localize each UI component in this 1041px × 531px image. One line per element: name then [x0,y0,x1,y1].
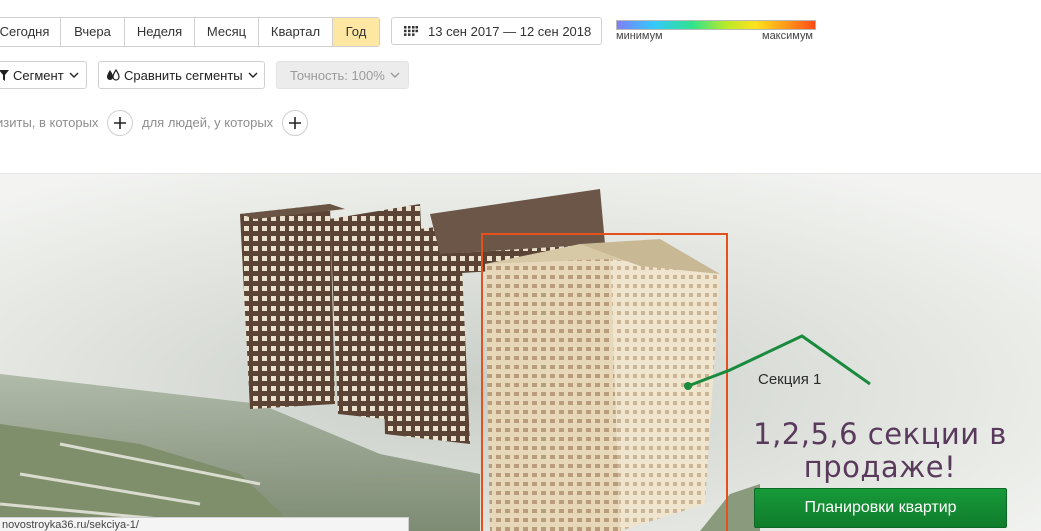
compare-drops-icon [107,69,120,81]
plus-icon [114,117,126,129]
sale-headline-line1: 1,2,5,6 секции в [753,417,1007,451]
add-visits-filter-button[interactable] [107,110,133,136]
people-filter-label: для людей, у которых [142,115,274,130]
accuracy-label: Точность: 100% [290,67,385,83]
segment-button[interactable]: Сегмент [0,61,87,89]
site-preview: Секция 1 1,2,5,6 секции в продаже! Плани… [0,173,1041,531]
sale-headline: 1,2,5,6 секции в продаже! [745,418,1015,484]
visits-filter-label: изиты, в которых [0,115,99,130]
legend-max-label: максимум [762,30,813,42]
chevron-down-icon [390,72,400,78]
compare-segments-label: Сравнить сегменты [124,67,243,83]
chevron-down-icon [69,72,79,78]
status-bar-url: novostroyka36.ru/sekciya-1/ [0,517,409,531]
sale-headline-line2: продаже! [803,450,957,484]
period-selector: Сегодня Вчера Неделя Месяц Квартал Год [0,17,380,47]
segment-button-label: Сегмент [13,67,64,83]
date-range-button[interactable]: 13 сен 2017 — 12 сен 2018 [391,17,602,45]
heatmap-legend-gradient [616,20,816,30]
apartment-plans-button[interactable]: Планировки квартир [754,488,1007,528]
period-month-button[interactable]: Месяц [195,18,259,46]
section-caption: Секция 1 [758,371,822,388]
chevron-down-icon [248,72,258,78]
period-today-button[interactable]: Сегодня [0,18,61,46]
accuracy-selector[interactable]: Точность: 100% [276,61,409,89]
period-quarter-button[interactable]: Квартал [259,18,333,46]
plus-icon [289,117,301,129]
compare-segments-button[interactable]: Сравнить сегменты [98,61,265,89]
period-week-button[interactable]: Неделя [125,18,195,46]
period-year-button[interactable]: Год [333,18,379,46]
date-range-label: 13 сен 2017 — 12 сен 2018 [428,23,592,39]
legend-min-label: минимум [616,30,663,42]
filter-funnel-icon [0,69,9,81]
add-people-filter-button[interactable] [282,110,308,136]
period-yesterday-button[interactable]: Вчера [61,18,125,46]
calendar-grid-icon [404,26,418,36]
